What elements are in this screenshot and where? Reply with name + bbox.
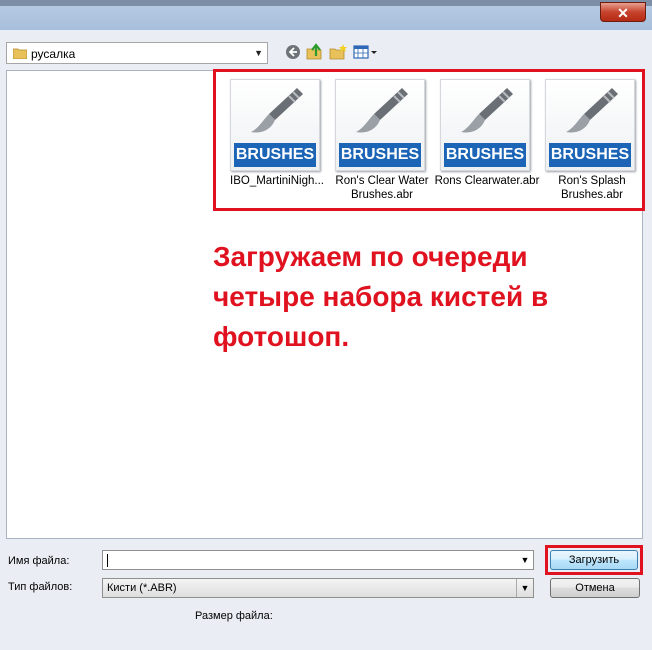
file-name: IBO_MartiniNigh... (230, 175, 324, 187)
close-button[interactable]: ✕ (600, 2, 646, 22)
thumbnail-label: BRUSHES (339, 143, 421, 167)
file-thumbnail: BRUSHES (335, 79, 425, 171)
file-thumbnail: BRUSHES (545, 79, 635, 171)
filetype-select[interactable]: Кисти (*.ABR) ▼ (102, 578, 534, 598)
window-titlebar: ✕ (0, 0, 652, 30)
thumbnail-label: BRUSHES (234, 143, 316, 167)
brush-icon (251, 88, 303, 133)
text-caret (107, 554, 108, 567)
brush-icon (566, 88, 618, 133)
up-folder-icon[interactable] (305, 42, 325, 62)
brush-icon (461, 88, 513, 133)
filetype-value: Кисти (*.ABR) (107, 582, 177, 594)
look-in-value: русалка (31, 47, 76, 61)
open-dialog: русалка ▼ BRUSHES IBO_MartiniNigh... BRU… (0, 30, 652, 650)
menu-strip (0, 0, 652, 6)
file-list-pane[interactable]: BRUSHES IBO_MartiniNigh... BRUSHES Ron's… (6, 69, 645, 539)
file-name: Ron's Clear Water Brushes.abr (335, 175, 429, 201)
file-item[interactable]: BRUSHES Rons Clearwater.abr (426, 79, 539, 209)
view-menu-icon[interactable] (352, 42, 378, 62)
files-highlight-box: BRUSHES IBO_MartiniNigh... BRUSHES Ron's… (213, 69, 645, 211)
file-thumbnail: BRUSHES (440, 79, 530, 171)
cancel-button[interactable]: Отмена (550, 578, 640, 598)
file-thumbnail: BRUSHES (230, 79, 320, 171)
file-name: Rons Clearwater.abr (434, 175, 540, 187)
thumbnail-label: BRUSHES (444, 143, 526, 167)
filename-input[interactable]: ▼ (102, 550, 534, 570)
chevron-down-icon[interactable]: ▼ (516, 579, 533, 597)
chevron-down-icon[interactable]: ▼ (517, 551, 533, 569)
file-item[interactable]: BRUSHES IBO_MartiniNigh... (216, 79, 324, 209)
thumbnail-label: BRUSHES (549, 143, 631, 167)
annotation-text: Загружаем по очереди четыре набора кисте… (213, 241, 549, 352)
filetype-label: Тип файлов: (8, 581, 73, 593)
file-name: Ron's Splash Brushes.abr (558, 175, 626, 201)
look-in-dropdown[interactable]: русалка ▼ (6, 42, 268, 64)
new-folder-icon[interactable] (328, 42, 348, 62)
file-item[interactable]: BRUSHES Ron's Splash Brushes.abr (531, 79, 637, 209)
chevron-down-icon: ▼ (254, 48, 263, 58)
filesize-label: Размер файла: (195, 610, 273, 622)
brush-icon (356, 88, 408, 133)
file-item[interactable]: BRUSHES Ron's Clear Water Brushes.abr (321, 79, 429, 209)
back-icon[interactable] (283, 42, 303, 62)
folder-icon (13, 48, 27, 59)
load-button[interactable]: Загрузить (550, 550, 638, 570)
filename-label: Имя файла: (8, 555, 70, 567)
